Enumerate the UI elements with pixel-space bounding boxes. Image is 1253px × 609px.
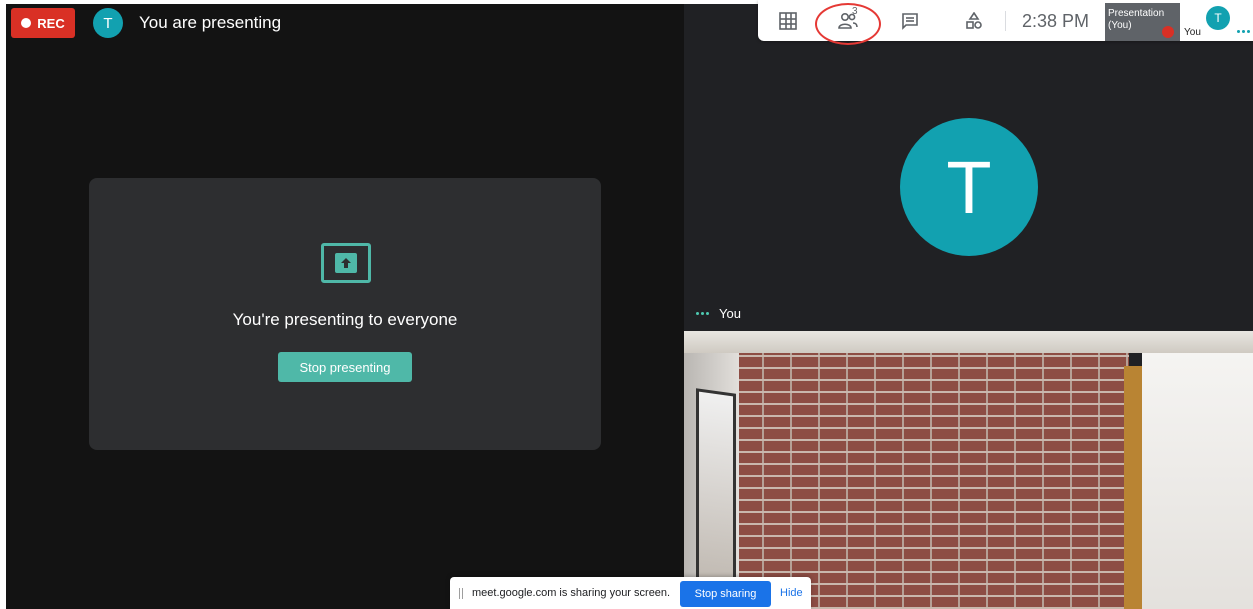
stop-presenting-button[interactable]: Stop presenting [278, 352, 412, 382]
self-avatar: T [1206, 6, 1230, 30]
self-thumbnail-label: You [1184, 27, 1201, 38]
self-thumbnail[interactable]: T You [1180, 3, 1253, 41]
recording-badge: REC [11, 8, 75, 38]
participant-label: You [696, 306, 741, 321]
audio-indicator-icon [696, 312, 709, 315]
share-message: meet.google.com is sharing your screen. [472, 587, 671, 599]
presenting-card: You're presenting to everyone Stop prese… [89, 178, 601, 450]
presenting-title: You are presenting [139, 13, 282, 32]
right-wall-image [1142, 351, 1253, 609]
participant-pane: T You [684, 4, 1253, 609]
wood-pillar-image [1124, 366, 1142, 609]
presentation-pane: REC T You are presenting You're presenti… [6, 4, 684, 609]
hide-button[interactable]: Hide [780, 587, 803, 599]
brick-wall-image [734, 331, 1129, 609]
ceiling-image [684, 331, 1253, 353]
meeting-stage: REC T You are presenting You're presenti… [6, 4, 1253, 609]
participant-name: You [719, 306, 741, 321]
toolbar-divider [1005, 11, 1006, 31]
recording-label: REC [37, 15, 65, 31]
meeting-clock: 2:38 PM [1022, 11, 1090, 31]
stop-sharing-button[interactable]: Stop sharing [680, 581, 771, 607]
drag-handle-icon[interactable] [459, 588, 463, 599]
window-image [696, 388, 736, 594]
screen-share-banner: meet.google.com is sharing your screen. … [450, 577, 811, 609]
presenter-avatar: T [93, 8, 123, 38]
camera-feed [684, 331, 1253, 609]
presentation-thumbnail[interactable]: Presentation (You) [1105, 3, 1180, 41]
presentation-thumbnail-label: Presentation (You) [1108, 8, 1165, 31]
presenting-message: You're presenting to everyone [232, 310, 458, 329]
chat-icon[interactable] [898, 9, 922, 33]
participant-avatar: T [900, 118, 1038, 256]
mic-off-icon [1162, 26, 1174, 38]
activities-icon[interactable] [962, 9, 986, 33]
grid-layout-icon[interactable] [776, 9, 800, 33]
record-dot-icon [21, 18, 32, 28]
more-options-icon[interactable] [1237, 30, 1250, 33]
present-icon [321, 243, 371, 283]
people-highlight-annotation [815, 3, 881, 45]
